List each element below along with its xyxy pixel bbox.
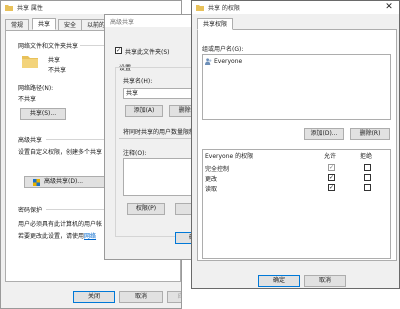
close-button[interactable]: 关闭 — [73, 291, 115, 303]
permission-name: 读取 — [205, 186, 218, 193]
network-sharing-group-label: 网络文件和文件夹共享 — [18, 43, 79, 50]
tab-share-permissions[interactable]: 共享权限 — [197, 18, 234, 30]
permission-name: 更改 — [205, 176, 218, 183]
cancel-button[interactable]: 取消 — [119, 291, 163, 303]
folder-share-state: 不共享 — [48, 67, 67, 74]
share-permissions-dialog: 共享 的权限 ✕ 共享权限 组或用户名(G): Everyone 添加(D)..… — [191, 0, 400, 289]
advanced-sharing-title: 高级共享 — [110, 19, 135, 26]
permissions-cancel-button[interactable]: 取消 — [304, 275, 346, 287]
password-description-text: 若要更改此设置，请使用 — [18, 233, 85, 240]
close-icon[interactable]: ✕ — [379, 1, 399, 14]
allow-checkbox[interactable]: ✓ — [328, 184, 335, 191]
advanced-sharing-description: 设置自定义权限，创建多个共享 — [18, 149, 103, 156]
group-or-users-label: 组或用户名(G): — [202, 46, 244, 53]
permissions-table: Everyone 的权限 允许 拒绝 完全控制 ✓ 更改 ✓ 读取 ✓ — [202, 149, 391, 259]
properties-title: 共享 属性 — [17, 5, 43, 12]
folder-icon — [5, 5, 13, 11]
share-button[interactable]: 共享(S)... — [20, 108, 66, 120]
advanced-sharing-button-label: 高级共享(D)... — [44, 178, 84, 185]
permissions-ok-button[interactable]: 确定 — [258, 275, 300, 287]
deny-column-header: 拒绝 — [360, 153, 373, 160]
network-path-label: 网络路径(N): — [18, 85, 54, 92]
permissions-header: Everyone 的权限 — [205, 153, 254, 160]
user-name: Everyone — [214, 58, 243, 65]
password-description-line2: 若要更改此设置，请使用网络 — [18, 231, 96, 240]
deny-checkbox[interactable] — [364, 174, 371, 181]
deny-checkbox[interactable] — [364, 164, 371, 171]
tab-sharing[interactable]: 共享 — [32, 18, 57, 30]
allow-column-header: 允许 — [324, 153, 337, 160]
folder-icon — [22, 56, 38, 68]
allow-checkbox[interactable]: ✓ — [328, 174, 335, 181]
allow-checkbox[interactable]: ✓ — [328, 164, 335, 171]
advanced-sharing-group-label: 高级共享 — [18, 137, 43, 144]
table-row: 完全控制 ✓ — [203, 163, 390, 173]
users-icon — [205, 58, 212, 65]
add-share-button[interactable]: 添加(A) — [125, 105, 163, 117]
network-sharing-center-link[interactable]: 网络 — [84, 233, 96, 240]
table-row: 读取 ✓ — [203, 183, 390, 193]
table-row: 更改 ✓ — [203, 173, 390, 183]
share-permissions-pane: 组或用户名(G): Everyone 添加(D)... 删除(R) Everyo… — [197, 29, 397, 261]
share-folder-checkbox[interactable]: ✓ — [115, 47, 122, 54]
password-protection-group-label: 密码保护 — [18, 207, 43, 214]
apply-button[interactable]: 应用(A) — [167, 291, 181, 303]
remove-user-button[interactable]: 删除(R) — [350, 128, 390, 140]
share-folder-checkbox-label: 共享此文件夹(S) — [125, 49, 170, 56]
folder-name: 共享 — [48, 57, 61, 64]
users-list[interactable]: Everyone — [202, 54, 391, 120]
advanced-sharing-button[interactable]: 高级共享(D)... — [24, 176, 106, 188]
list-item[interactable]: Everyone — [205, 58, 285, 66]
share-name-label: 共享名(H): — [123, 78, 153, 85]
folder-icon — [196, 5, 204, 11]
permissions-button[interactable]: 权限(P) — [127, 203, 165, 215]
limit-users-label: 将同时共享的用户数量限制 — [123, 129, 196, 136]
notes-label: 注释(O): — [123, 150, 147, 157]
deny-checkbox[interactable] — [364, 184, 371, 191]
permission-name: 完全控制 — [205, 166, 230, 173]
permissions-titlebar: 共享 的权限 ✕ — [192, 1, 399, 14]
permissions-title: 共享 的权限 — [208, 5, 240, 12]
network-path-value: 不共享 — [18, 96, 37, 103]
password-description-line1: 用户必须具有此计算机的用户帐 — [18, 221, 103, 228]
add-user-button[interactable]: 添加(D)... — [304, 128, 344, 140]
shield-icon — [33, 179, 40, 186]
properties-titlebar: 共享 属性 — [1, 1, 181, 14]
